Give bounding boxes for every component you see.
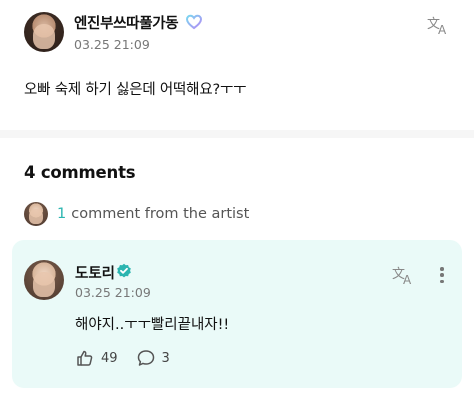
artist-name[interactable]: 도토리: [75, 262, 115, 283]
svg-text:A: A: [403, 273, 412, 286]
like-icon: [77, 350, 93, 366]
post-author-name[interactable]: 엔진부쓰따풀가동: [74, 12, 179, 33]
comment-stats: 49 3: [75, 347, 188, 369]
artist-comment-card: 도토리 03.25 21:09 文 A 해야지..ㅜㅜ빨리끝내자!! 49 3: [12, 240, 462, 388]
post-timestamp: 03.25 21:09: [74, 37, 150, 52]
artist-comment-body: 해야지..ㅜㅜ빨리끝내자!!: [75, 317, 230, 333]
heart-badge-icon: [186, 14, 202, 30]
artist-comment-count: 1: [57, 206, 67, 222]
artist-avatar[interactable]: [24, 260, 64, 300]
svg-text:A: A: [438, 23, 447, 36]
more-options-icon[interactable]: [436, 264, 448, 286]
reply-count: 3: [161, 350, 170, 366]
artist-summary-avatar: [24, 202, 48, 226]
artist-comment-timestamp: 03.25 21:09: [75, 285, 151, 300]
like-button[interactable]: 49: [75, 348, 118, 368]
like-count: 49: [101, 350, 118, 366]
post-author-avatar[interactable]: [24, 12, 64, 52]
artist-comment-label: comment from the artist: [71, 206, 250, 222]
reply-bubble-icon: [137, 350, 154, 366]
translate-icon[interactable]: 文 A: [427, 14, 451, 36]
artist-comment-summary[interactable]: 1 comment from the artist: [24, 202, 249, 226]
verified-icon: [117, 263, 131, 278]
fan-post: 엔진부쓰따풀가동 03.25 21:09 文 A 오빠 숙제 하기 싫은데 어떡…: [0, 0, 474, 130]
reply-button[interactable]: 3: [136, 348, 170, 368]
translate-icon[interactable]: 文 A: [392, 264, 416, 286]
post-body: 오빠 숙제 하기 싫은데 어떡해요?ㅜㅜ: [24, 82, 247, 98]
comments-count-heading: 4 comments: [24, 163, 136, 182]
section-divider: [0, 130, 474, 138]
